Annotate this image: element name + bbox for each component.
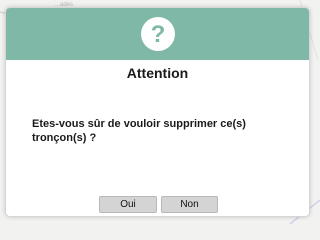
dialog-message-line: Etes-vous sûr de vouloir supprimer ce(s) xyxy=(32,118,246,130)
yes-button[interactable]: Oui xyxy=(99,196,157,213)
question-circle-icon: ? xyxy=(141,17,175,51)
svg-text:?: ? xyxy=(151,21,166,48)
confirmation-dialog: ? Attention Etes-vous sûr de vouloir sup… xyxy=(5,7,310,217)
dialog-title: Attention xyxy=(126,65,189,81)
dialog-message: Etes-vous sûr de vouloir supprimer ce(s)… xyxy=(32,117,282,145)
dialog-header: ? xyxy=(6,8,309,60)
dialog-message-line: tronçon(s) ? xyxy=(32,132,97,144)
no-button[interactable]: Non xyxy=(161,196,218,213)
